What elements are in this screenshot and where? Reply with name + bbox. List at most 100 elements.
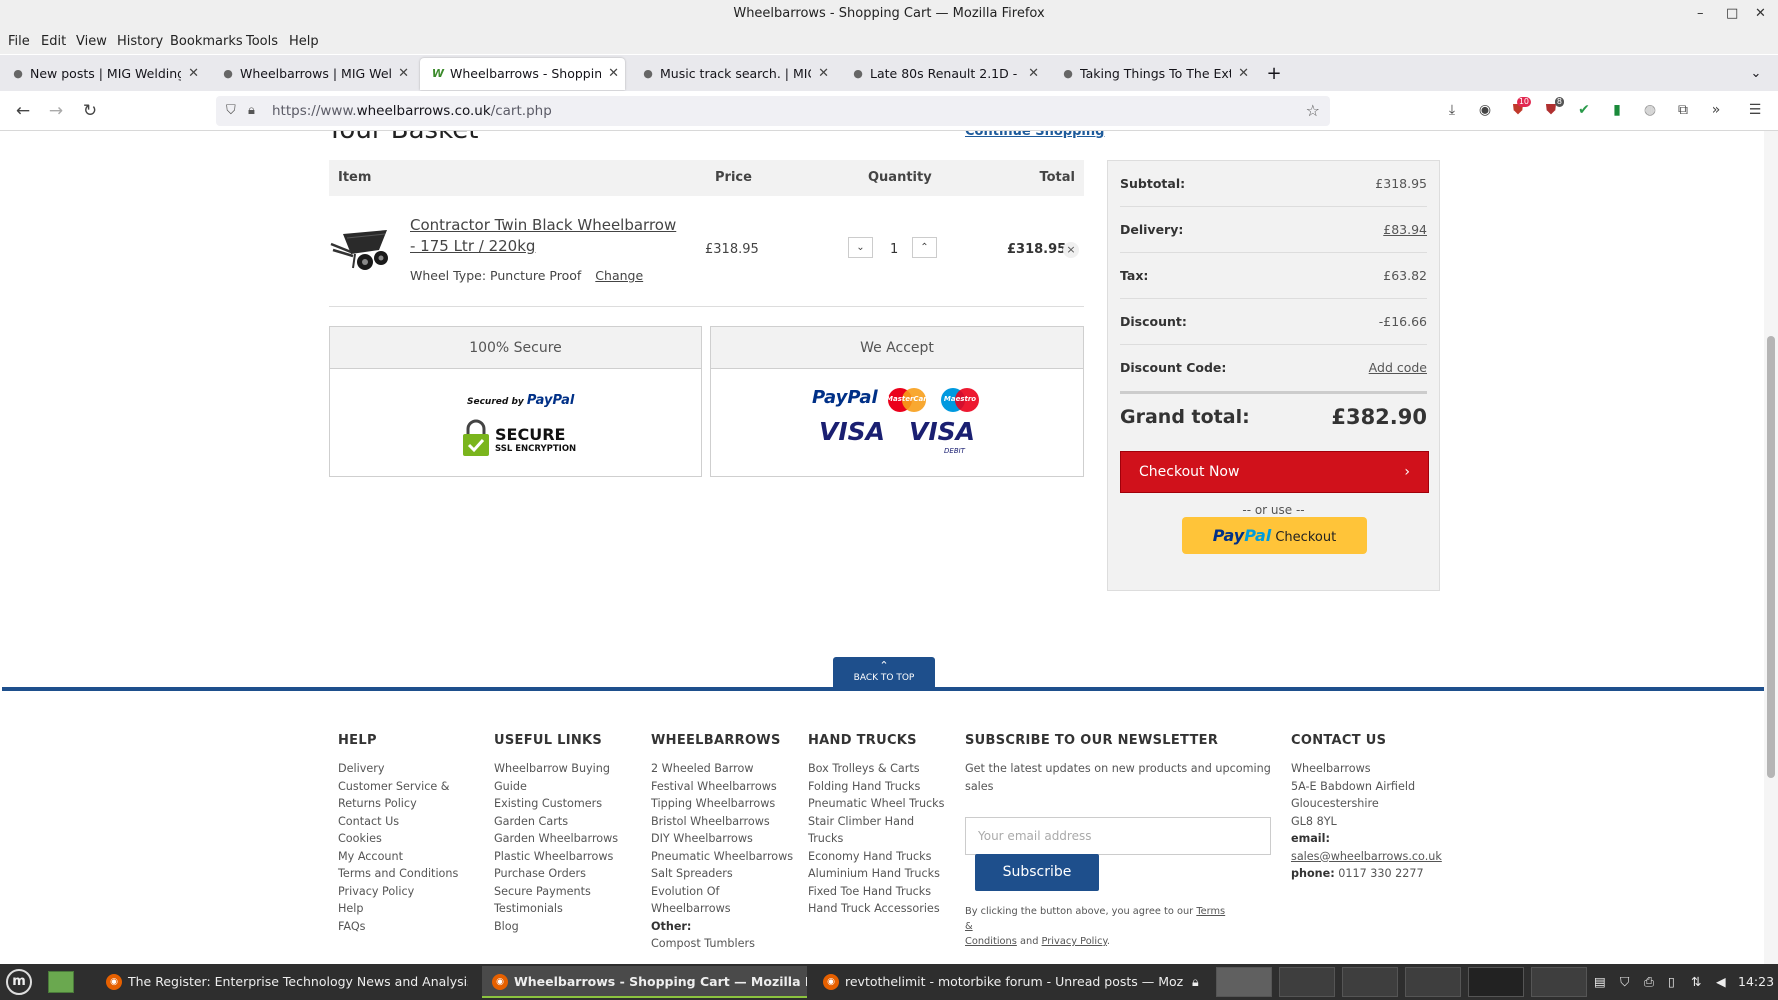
product-name-link[interactable]: Contractor Twin Black Wheelbarrow - 175 … [410, 215, 682, 257]
clock[interactable]: 14:23 [1738, 966, 1774, 998]
footer-link[interactable]: Secure Payments [494, 883, 644, 901]
taskbar-item-register[interactable]: ◉ The Register: Enterprise Technology New… [96, 966, 468, 998]
footer-link[interactable]: Purchase Orders [494, 865, 644, 883]
tab-renault[interactable]: ● Late 80s Renault 2.1D - bud ✕ [840, 58, 1045, 90]
footer-link[interactable]: Help [338, 900, 478, 918]
clipboard-icon[interactable]: ▤ [1594, 966, 1606, 998]
footer-link[interactable]: Customer Service & [338, 778, 478, 796]
menu-file[interactable]: File [8, 32, 30, 52]
newsletter-email-input[interactable]: Your email address [965, 817, 1271, 855]
reload-icon[interactable]: ↻ [76, 97, 104, 125]
footer-link[interactable]: Festival Wheelbarrows [651, 778, 801, 796]
extension-puzzle-icon[interactable]: ◍ [1639, 99, 1661, 121]
footer-link[interactable]: Folding Hand Trucks [808, 778, 958, 796]
footer-link[interactable]: DIY Wheelbarrows [651, 830, 801, 848]
overflow-chevron-icon[interactable]: » [1705, 99, 1727, 121]
minimize-button[interactable]: – [1697, 0, 1704, 28]
footer-link[interactable]: Garden Carts [494, 813, 644, 831]
quantity-decrease-icon[interactable]: ⌄ [848, 237, 873, 258]
volume-icon[interactable]: ◀ [1716, 966, 1726, 998]
workspace-1[interactable] [1216, 967, 1272, 997]
footer-link[interactable]: Existing Customers [494, 795, 644, 813]
account-icon[interactable]: ◉ [1474, 99, 1496, 121]
menu-bookmarks[interactable]: Bookmarks [170, 32, 243, 52]
taskbar-item-revtothelimit[interactable]: ◉ revtothelimit - motorbike forum - Unrea… [813, 966, 1183, 998]
extensions-icon[interactable]: ⧉ [1672, 99, 1694, 121]
footer-link[interactable]: Contact Us [338, 813, 478, 831]
lock-icon[interactable]: 🔒︎ [1192, 966, 1199, 998]
close-tab-icon[interactable]: ✕ [608, 58, 619, 90]
files-folder-icon[interactable] [48, 971, 74, 993]
url-bar[interactable]: ⛉ 🔒︎ https://www.wheelbarrows.co.uk/cart… [216, 96, 1330, 126]
bookmark-star-icon[interactable]: ☆ [1306, 96, 1320, 126]
paypal-checkout-button[interactable]: PayPal Checkout [1182, 517, 1367, 554]
shield-icon[interactable]: ⛉ [226, 96, 236, 126]
close-window-button[interactable]: ✕ [1755, 0, 1766, 28]
tab-wheelbarrows-forum[interactable]: ● Wheelbarrows | MIG Weldin ✕ [210, 58, 415, 90]
menu-history[interactable]: History [117, 32, 163, 52]
tab-shopping-cart[interactable]: W Wheelbarrows - Shopping C ✕ [420, 58, 625, 90]
list-tabs-icon[interactable]: ⌄ [1744, 58, 1768, 90]
footer-link[interactable]: Evolution Of [651, 883, 801, 901]
menu-help[interactable]: Help [289, 32, 319, 52]
quantity-increase-icon[interactable]: ⌃ [912, 237, 937, 258]
device-icon[interactable]: ▯ [1668, 966, 1675, 998]
contact-email-link[interactable]: sales@wheelbarrows.co.uk [1291, 848, 1442, 866]
terms-link[interactable]: Conditions [965, 936, 1017, 947]
shield-icon[interactable]: ⛉ [1620, 966, 1629, 998]
privacy-policy-link[interactable]: Privacy Policy [1042, 936, 1107, 947]
extension-ublock-icon[interactable]: ⛊ 10 [1507, 97, 1531, 121]
close-tab-icon[interactable]: ✕ [188, 58, 199, 90]
workspace-6[interactable] [1531, 967, 1587, 997]
tab-music-track[interactable]: ● Music track search. | MIG W ✕ [630, 58, 835, 90]
footer-link[interactable]: Pneumatic Wheelbarrows [651, 848, 801, 866]
new-tab-button[interactable]: + [1260, 58, 1288, 90]
footer-link[interactable]: Salt Spreaders [651, 865, 801, 883]
workspace-4[interactable] [1405, 967, 1461, 997]
change-wheel-link[interactable]: Change [595, 268, 643, 283]
mint-menu-icon[interactable]: m [6, 969, 32, 995]
menu-tools[interactable]: Tools [246, 32, 278, 52]
downloads-icon[interactable]: ⤓ [1441, 99, 1463, 121]
continue-shopping-link[interactable]: Continue Shopping [965, 131, 1104, 139]
footer-link[interactable]: My Account [338, 848, 478, 866]
add-code-link[interactable]: Add code [1369, 345, 1427, 391]
quantity-value[interactable]: 1 [890, 242, 898, 257]
footer-link[interactable]: Bristol Wheelbarrows [651, 813, 801, 831]
hamburger-menu-icon[interactable]: ☰ [1744, 99, 1766, 121]
footer-link[interactable]: Terms and Conditions [338, 865, 478, 883]
footer-link[interactable]: Wheelbarrows [651, 900, 801, 918]
subscribe-button[interactable]: Subscribe [975, 854, 1099, 891]
footer-link[interactable]: Guide [494, 778, 644, 796]
scrollbar-thumb[interactable] [1767, 336, 1775, 778]
footer-link[interactable]: Returns Policy [338, 795, 478, 813]
footer-link[interactable]: Hand Truck Accessories [808, 900, 958, 918]
remove-item-icon[interactable]: × [1063, 242, 1079, 258]
close-tab-icon[interactable]: ✕ [818, 58, 829, 90]
footer-link[interactable]: Privacy Policy [338, 883, 478, 901]
delivery-value-link[interactable]: £83.94 [1383, 207, 1427, 253]
printer-icon[interactable]: ⎙ [1644, 966, 1654, 998]
close-tab-icon[interactable]: ✕ [1028, 58, 1039, 90]
network-icon[interactable]: ⇅ [1691, 966, 1701, 998]
close-tab-icon[interactable]: ✕ [398, 58, 409, 90]
tab-taking-things[interactable]: ● Taking Things To The Extren ✕ [1050, 58, 1255, 90]
tab-new-posts[interactable]: ● New posts | MIG Welding Fo ✕ [0, 58, 205, 90]
footer-link[interactable]: Wheelbarrow Buying [494, 760, 644, 778]
page-scrollbar[interactable] [1764, 131, 1778, 964]
footer-link[interactable]: Trucks [808, 830, 958, 848]
close-tab-icon[interactable]: ✕ [1238, 58, 1249, 90]
footer-link[interactable]: Cookies [338, 830, 478, 848]
footer-link[interactable]: Plastic Wheelbarrows [494, 848, 644, 866]
lock-icon[interactable]: 🔒︎ [248, 96, 255, 126]
back-to-top-button[interactable]: ⌃ BACK TO TOP [833, 657, 935, 689]
footer-link[interactable]: Tipping Wheelbarrows [651, 795, 801, 813]
taskbar-item-wheelbarrows[interactable]: ◉ Wheelbarrows - Shopping Cart — Mozilla … [482, 966, 807, 998]
back-icon[interactable]: ← [9, 97, 37, 125]
footer-link[interactable]: Compost Tumblers [651, 935, 801, 953]
footer-link[interactable]: Garden Wheelbarrows [494, 830, 644, 848]
workspace-3[interactable] [1342, 967, 1398, 997]
extension-e-icon[interactable]: ▮ [1606, 99, 1628, 121]
footer-link[interactable]: Box Trolleys & Carts [808, 760, 958, 778]
footer-link[interactable]: Testimonials [494, 900, 644, 918]
